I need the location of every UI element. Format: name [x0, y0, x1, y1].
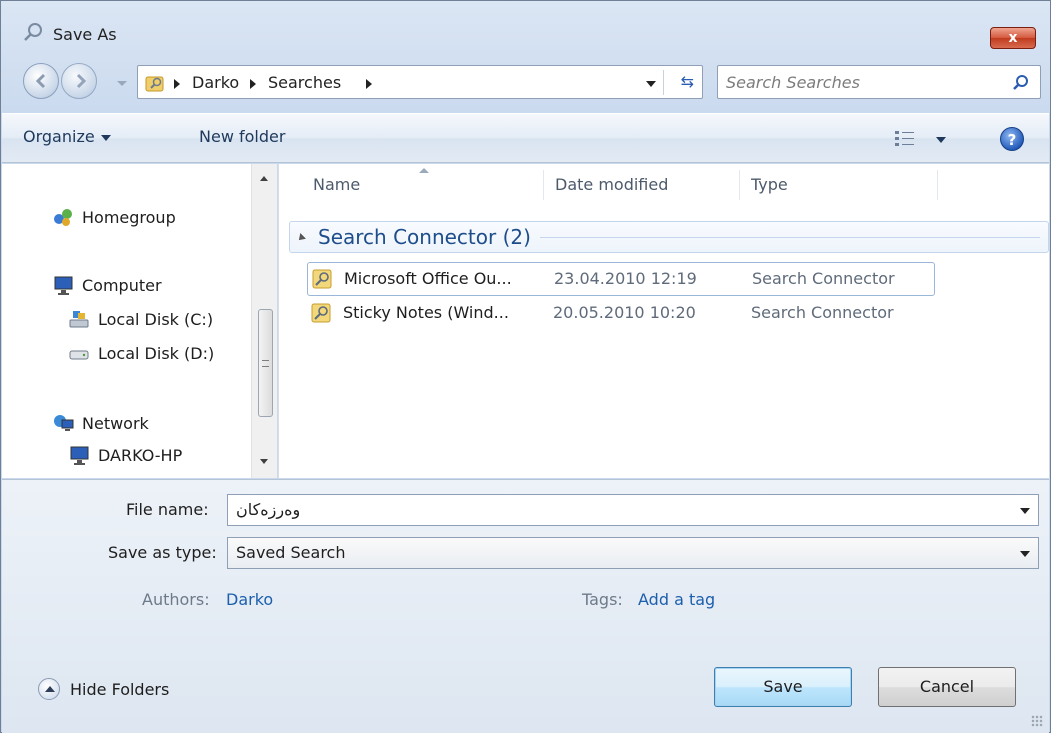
network-icon	[54, 415, 74, 431]
group-divider	[540, 237, 1040, 238]
arrow-left-icon	[35, 73, 46, 89]
collapse-icon	[38, 678, 60, 700]
grip-icon	[262, 360, 269, 367]
hard-drive-icon	[69, 350, 89, 360]
chevron-down-icon[interactable]	[1020, 551, 1030, 557]
authors-value[interactable]: Darko	[226, 590, 273, 609]
breadcrumb-arrow-icon[interactable]	[250, 79, 256, 89]
breadcrumb-darko[interactable]: Darko	[192, 73, 239, 92]
group-title: Search Connector (2)	[318, 225, 531, 249]
save-type-select[interactable]: Saved Search	[227, 537, 1039, 569]
window-title: Save As	[53, 25, 117, 44]
search-connector-icon	[312, 269, 332, 289]
nav-label: Homegroup	[82, 208, 176, 227]
file-name-field[interactable]: وەرزەکان	[227, 494, 1039, 526]
column-header-date[interactable]: Date modified	[555, 175, 668, 194]
breadcrumb-searches[interactable]: Searches	[268, 73, 341, 92]
scroll-up-icon[interactable]	[260, 176, 268, 181]
save-type-value: Saved Search	[236, 543, 346, 562]
searches-folder-icon	[145, 76, 164, 92]
file-type: Search Connector	[751, 303, 894, 322]
navigation-pane: Homegroup Computer Local Disk (C:) Local…	[2, 164, 277, 478]
scroll-down-icon[interactable]	[260, 459, 268, 464]
add-tag-link[interactable]: Add a tag	[638, 590, 715, 609]
sort-ascending-icon	[419, 168, 429, 173]
file-date: 23.04.2010 12:19	[554, 269, 697, 288]
new-folder-button[interactable]: New folder	[199, 127, 285, 146]
address-divider	[663, 70, 664, 95]
file-name-label: File name:	[126, 500, 209, 519]
search-box[interactable]	[717, 65, 1041, 99]
nav-label: Local Disk (D:)	[98, 344, 215, 363]
nav-label: Network	[82, 414, 149, 433]
computer-icon	[70, 446, 89, 465]
refresh-icon[interactable]: ⇆	[681, 72, 694, 91]
organize-button[interactable]: Organize	[23, 127, 111, 146]
cancel-button[interactable]: Cancel	[878, 667, 1016, 707]
nav-label: Local Disk (C:)	[98, 310, 214, 329]
address-history-dropdown[interactable]	[646, 81, 656, 87]
navigation-scrollbar[interactable]	[251, 164, 277, 478]
group-header[interactable]: Search Connector (2)	[289, 221, 1049, 253]
file-name: Microsoft Office Ou...	[344, 269, 512, 288]
search-icon	[24, 23, 42, 41]
organize-label: Organize	[23, 127, 95, 146]
file-date: 20.05.2010 10:20	[553, 303, 696, 322]
column-divider[interactable]	[543, 170, 544, 200]
computer-icon	[54, 276, 73, 295]
file-name-value: وەرزەکان	[236, 500, 301, 519]
column-divider[interactable]	[937, 170, 938, 200]
save-type-label: Save as type:	[108, 543, 217, 562]
address-bar[interactable]: Darko Searches ⇆	[137, 65, 703, 99]
column-header-type[interactable]: Type	[751, 175, 788, 194]
view-options-icon[interactable]	[894, 130, 916, 148]
file-list: Name Date modified Type Search Connector…	[278, 164, 1049, 478]
nav-label: DARKO-HP	[98, 446, 183, 465]
save-button[interactable]: Save	[714, 667, 852, 707]
close-icon: x	[1008, 30, 1018, 46]
list-item[interactable]: Microsoft Office Ou... 23.04.2010 12:19 …	[307, 262, 935, 296]
search-icon[interactable]	[1012, 74, 1030, 92]
search-connector-icon	[311, 303, 331, 323]
hide-folders-label: Hide Folders	[70, 680, 170, 699]
save-as-dialog: Save As x Darko Searches ⇆ Search Search…	[0, 0, 1051, 733]
breadcrumb-arrow-icon[interactable]	[366, 79, 372, 89]
save-options: File name: وەرزەکان Save as type: Saved …	[2, 479, 1049, 733]
list-item[interactable]: Sticky Notes (Wind... 20.05.2010 10:20 S…	[307, 297, 935, 331]
back-button[interactable]	[23, 63, 59, 99]
resize-grip-icon[interactable]	[1031, 715, 1043, 727]
recent-pages-dropdown[interactable]	[117, 81, 127, 86]
column-header-name[interactable]: Name	[313, 175, 360, 194]
file-name: Sticky Notes (Wind...	[343, 303, 509, 322]
chevron-down-icon	[100, 134, 111, 141]
collapse-icon[interactable]	[296, 233, 306, 243]
nav-label: Computer	[82, 276, 162, 295]
tags-label: Tags:	[582, 590, 623, 609]
chevron-down-icon[interactable]	[1020, 508, 1030, 514]
column-divider[interactable]	[739, 170, 740, 200]
file-type: Search Connector	[752, 269, 895, 288]
close-button[interactable]: x	[990, 27, 1036, 49]
scrollbar-thumb[interactable]	[258, 309, 273, 417]
breadcrumb-arrow-icon[interactable]	[174, 79, 180, 89]
help-icon[interactable]: ?	[1000, 127, 1024, 151]
homegroup-icon	[54, 209, 72, 226]
authors-label: Authors:	[142, 590, 210, 609]
system-drive-icon	[69, 311, 89, 328]
command-toolbar: Organize New folder ?	[2, 113, 1049, 163]
forward-button[interactable]	[61, 63, 97, 99]
title-bar: Save As x	[1, 1, 1050, 59]
chevron-down-icon[interactable]	[936, 137, 946, 143]
arrow-right-icon	[76, 73, 87, 89]
search-input[interactable]	[724, 70, 994, 94]
